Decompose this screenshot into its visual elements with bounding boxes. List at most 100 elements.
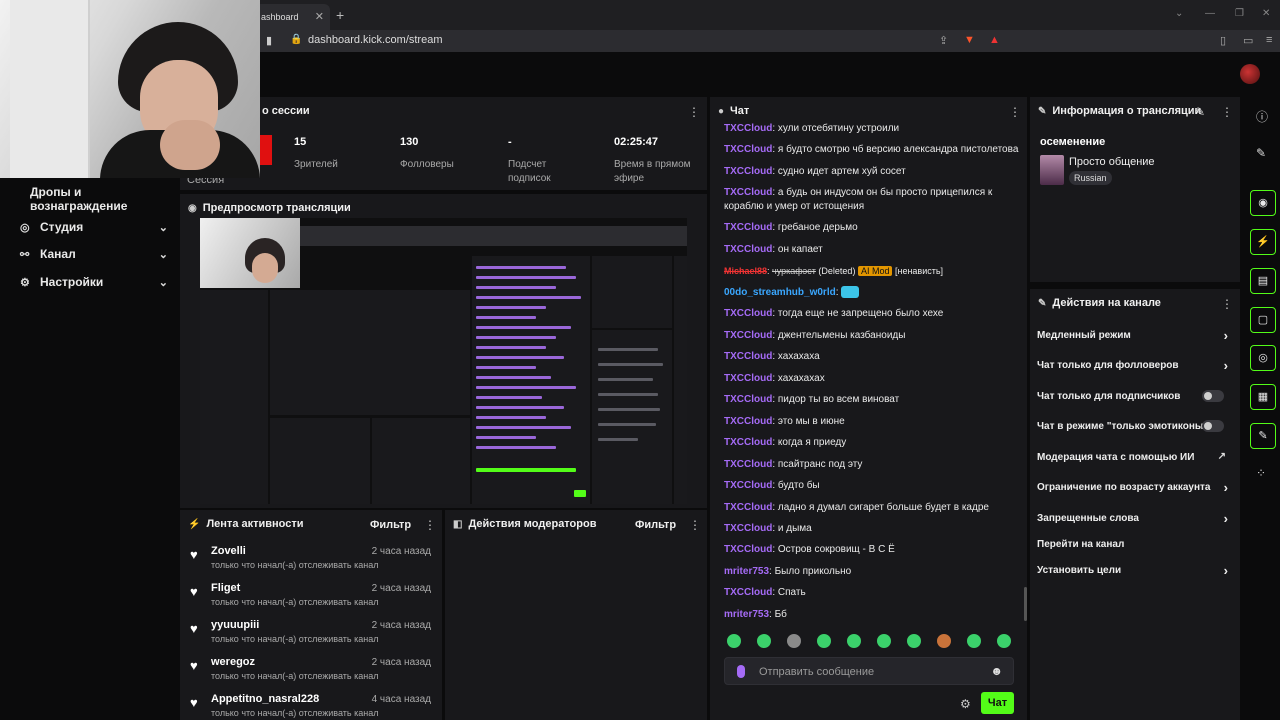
- subscribers-only-toggle[interactable]: [1202, 390, 1224, 402]
- stream-preview-video[interactable]: [200, 218, 687, 504]
- chat-username[interactable]: TXCCloud: [724, 222, 772, 233]
- chat-send-button[interactable]: Чат: [981, 692, 1014, 714]
- chat-username[interactable]: TXCCloud: [724, 123, 772, 134]
- emote-icon[interactable]: [817, 634, 831, 648]
- chat-username[interactable]: TXCCloud: [724, 144, 772, 155]
- stream-category[interactable]: Просто общение: [1069, 156, 1155, 168]
- rail-activity-button[interactable]: ⚡: [1250, 229, 1276, 255]
- rail-broadcast-button[interactable]: ◎: [1250, 345, 1276, 371]
- chat-username[interactable]: TXCCloud: [724, 308, 772, 319]
- edit-icon[interactable]: ✎: [1195, 105, 1205, 119]
- microphone-icon[interactable]: [737, 665, 745, 678]
- chat-username[interactable]: TXCCloud: [724, 330, 772, 341]
- share-icon[interactable]: ⇪: [939, 34, 948, 47]
- restore-icon[interactable]: ❐: [1235, 8, 1244, 19]
- emote-icon[interactable]: [997, 634, 1011, 648]
- rail-tools-button[interactable]: ✎: [1250, 423, 1276, 449]
- chat-settings-icon[interactable]: ⚙: [960, 697, 971, 711]
- more-icon[interactable]: ⋮: [424, 518, 436, 532]
- emote-icon[interactable]: [907, 634, 921, 648]
- brave-shield-icon[interactable]: ▼: [964, 34, 975, 46]
- chat-username[interactable]: TXCCloud: [724, 416, 772, 427]
- more-icon[interactable]: ⋮: [1221, 297, 1233, 311]
- chat-username[interactable]: TXCCloud: [724, 459, 772, 470]
- new-tab-button[interactable]: +: [336, 7, 344, 23]
- action-ai-moderation[interactable]: Модерация чата с помощью ИИ ↗: [1037, 451, 1232, 463]
- minimize-icon[interactable]: —: [1205, 8, 1215, 19]
- wrench-icon: ✎: [1038, 297, 1047, 309]
- menu-icon[interactable]: ≡: [1266, 34, 1272, 46]
- chat-username[interactable]: mriter753: [724, 609, 769, 620]
- url-field[interactable]: dashboard.kick.com/stream: [308, 34, 443, 46]
- activity-username[interactable]: weregoz: [211, 656, 255, 668]
- emoji-icon[interactable]: ☻: [990, 664, 1003, 678]
- more-icon[interactable]: ⋮: [688, 105, 700, 119]
- more-icon[interactable]: ⋮: [1221, 105, 1233, 119]
- chat-username[interactable]: TXCCloud: [724, 166, 772, 177]
- sidebar-item-drops[interactable]: Дропы и вознаграждение: [30, 185, 175, 213]
- emote-icon[interactable]: [787, 634, 801, 648]
- sidebar-item-settings[interactable]: ⚙ Настройки ⌄: [20, 273, 168, 291]
- action-banned-words[interactable]: Запрещенные слова ›: [1037, 511, 1232, 526]
- chat-username[interactable]: TXCCloud: [724, 244, 772, 255]
- more-apps-icon[interactable]: ⁘: [1256, 466, 1266, 480]
- emote-icon[interactable]: [727, 634, 741, 648]
- action-age-restriction[interactable]: Ограничение по возрасту аккаунта ›: [1037, 480, 1232, 495]
- chat-username[interactable]: TXCCloud: [724, 544, 772, 555]
- browser-tab[interactable]: ashboard ✕: [255, 4, 330, 30]
- chat-username[interactable]: TXCCloud: [724, 394, 772, 405]
- action-set-goals[interactable]: Установить цели ›: [1037, 563, 1232, 578]
- brave-rewards-icon[interactable]: ▲: [989, 34, 1000, 46]
- rail-moderation-button[interactable]: ▦: [1250, 384, 1276, 410]
- chat-username[interactable]: Michael88: [724, 266, 767, 276]
- action-followers-only[interactable]: Чат только для фолловеров ›: [1037, 358, 1232, 373]
- emote-only-toggle[interactable]: [1202, 420, 1224, 432]
- sidebar-item-channel[interactable]: ⚯ Канал ⌄: [20, 245, 168, 263]
- info-icon[interactable]: ⓘ: [1256, 108, 1268, 125]
- moderators-filter-button[interactable]: Фильтр: [635, 519, 676, 531]
- close-tab-icon[interactable]: ✕: [315, 10, 324, 23]
- chat-username[interactable]: 00do_streamhub_w0rld: [724, 287, 836, 298]
- activity-username[interactable]: Zovelli: [211, 545, 246, 557]
- activity-username[interactable]: yyuuupiii: [211, 619, 259, 631]
- chat-scrollbar[interactable]: [1024, 587, 1027, 621]
- emote-icon[interactable]: [967, 634, 981, 648]
- activity-username[interactable]: Fliget: [211, 582, 240, 594]
- edit-layout-icon[interactable]: ✎: [1256, 146, 1266, 160]
- emote-icon[interactable]: [877, 634, 891, 648]
- chat-username[interactable]: TXCCloud: [724, 480, 772, 491]
- chat-username[interactable]: TXCCloud: [724, 502, 772, 513]
- channel-actions-title: ✎ Действия на канале: [1038, 297, 1161, 309]
- rail-chat-button[interactable]: ▢: [1250, 307, 1276, 333]
- emote-icon[interactable]: [757, 634, 771, 648]
- action-slow-mode[interactable]: Медленный режим ›: [1037, 328, 1232, 343]
- chat-username[interactable]: TXCCloud: [724, 523, 772, 534]
- chat-username[interactable]: TXCCloud: [724, 187, 772, 198]
- tab-search-icon[interactable]: ⌄: [1175, 8, 1183, 19]
- activity-filter-button[interactable]: Фильтр: [370, 519, 411, 531]
- more-icon[interactable]: ⋮: [1009, 105, 1021, 119]
- emote-icon[interactable]: [847, 634, 861, 648]
- chevron-right-icon: ›: [1223, 480, 1228, 495]
- rail-notes-button[interactable]: ▤: [1250, 268, 1276, 294]
- user-avatar[interactable]: [1240, 64, 1260, 84]
- rail-preview-button[interactable]: ◉: [1250, 190, 1276, 216]
- chat-username[interactable]: mriter753: [724, 566, 769, 577]
- action-go-to-channel[interactable]: Перейти на канал: [1037, 539, 1232, 550]
- chat-username[interactable]: TXCCloud: [724, 437, 772, 448]
- action-label: Медленный режим: [1037, 330, 1131, 341]
- chat-username[interactable]: TXCCloud: [724, 351, 772, 362]
- activity-username[interactable]: Appetitno_nasral228: [211, 693, 319, 705]
- lock-icon[interactable]: 🔒: [290, 34, 302, 45]
- sidebar-item-studio[interactable]: ◎ Студия ⌄: [20, 218, 168, 236]
- emote-icon[interactable]: [937, 634, 951, 648]
- chat-username[interactable]: TXCCloud: [724, 373, 772, 384]
- sidebar-toggle-icon[interactable]: ▯: [1220, 34, 1226, 47]
- action-label: Чат только для фолловеров: [1037, 360, 1179, 371]
- more-icon[interactable]: ⋮: [689, 518, 701, 532]
- chat-username[interactable]: TXCCloud: [724, 587, 772, 598]
- chat-input[interactable]: Отправить сообщение ☻: [724, 657, 1014, 685]
- close-window-icon[interactable]: ✕: [1262, 8, 1270, 19]
- wallet-icon[interactable]: ▭: [1243, 34, 1253, 47]
- bookmark-icon[interactable]: ▮: [266, 34, 272, 47]
